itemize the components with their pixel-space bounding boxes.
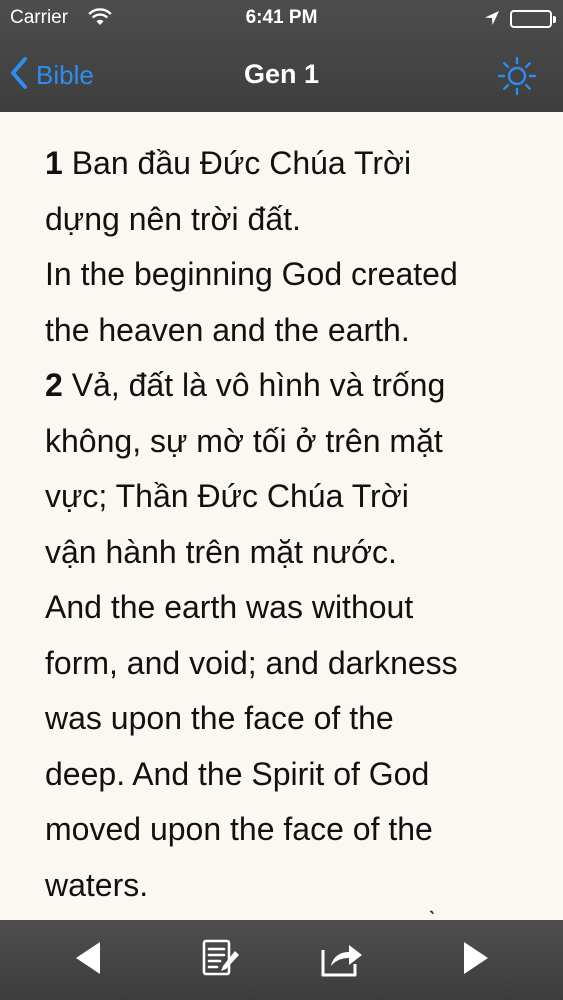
verse-text: Ban đầu Đức Chúa Trời <box>71 145 412 181</box>
verse-number: 2 <box>45 367 63 403</box>
navigation-bar: Bible Gen 1 <box>0 40 563 110</box>
next-line-fragment: ˋ <box>428 907 436 920</box>
verse-line: dựng nên trời đất. <box>45 200 301 237</box>
verse-line: vận hành trên mặt nước. <box>45 533 397 570</box>
verse-line: moved upon the face of the <box>45 811 433 847</box>
verse-line: không, sự mờ tối ở trên mặt <box>45 422 443 459</box>
verse-list: 1 Ban đầu Đức Chúa Trời dựng nên trời đấ… <box>45 136 545 913</box>
next-chapter-button[interactable] <box>454 938 498 982</box>
verse-line: 2 Vả, đất là vô hình và trống <box>45 358 545 414</box>
status-bar: Carrier 6:41 PM <box>0 0 563 36</box>
share-button[interactable] <box>320 938 364 982</box>
verse-line: In the beginning God created <box>45 256 458 292</box>
sun-icon <box>496 56 538 101</box>
top-bar: Carrier 6:41 PM Bible Gen 1 <box>0 0 563 112</box>
share-icon <box>319 938 365 983</box>
notes-edit-icon <box>199 937 241 984</box>
verse-line: was upon the face of the <box>45 700 394 736</box>
scripture-content[interactable]: 1 Ban đầu Đức Chúa Trời dựng nên trời đấ… <box>0 112 563 920</box>
status-time: 6:41 PM <box>245 7 318 28</box>
triangle-right-icon <box>462 940 490 981</box>
previous-chapter-button[interactable] <box>66 938 110 982</box>
notes-button[interactable] <box>198 938 242 982</box>
verse-line: the heaven and the earth. <box>45 311 410 348</box>
verse-line: waters. <box>45 866 149 903</box>
page-title: Gen 1 <box>243 59 320 89</box>
verse-line: form, and void; and darkness <box>45 644 458 681</box>
verse-line: 1 Ban đầu Đức Chúa Trời <box>45 136 545 192</box>
bottom-toolbar <box>0 920 563 1000</box>
verse-number: 1 <box>45 145 63 181</box>
location-arrow-icon <box>484 10 500 31</box>
verse-text: Vả, đất là vô hình và trống <box>71 367 446 403</box>
verse-line: deep. And the Spirit of God <box>45 755 430 792</box>
battery-icon <box>510 10 556 28</box>
verse-line: vực; Thần Đức Chúa Trời <box>45 478 409 514</box>
brightness-button[interactable] <box>496 55 538 97</box>
triangle-left-icon <box>74 940 102 981</box>
verse-line: And the earth was without <box>45 589 414 625</box>
